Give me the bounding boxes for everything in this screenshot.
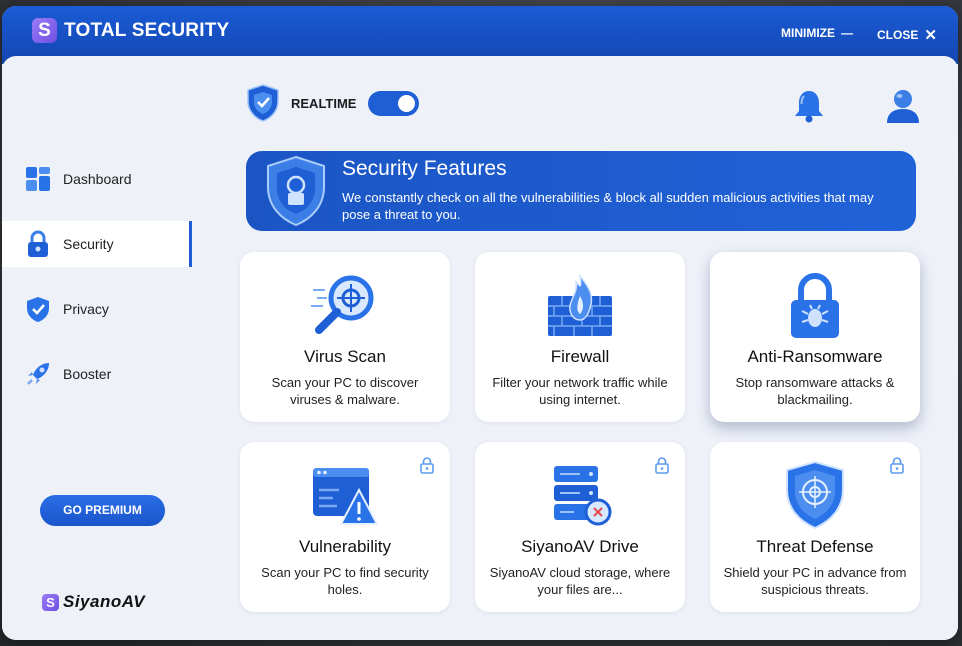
dashboard-grid-icon (26, 167, 50, 191)
brand-name: SiyanoAV (63, 592, 146, 611)
sidebar-item-label: Booster (63, 366, 112, 382)
feature-title: Threat Defense (756, 537, 874, 556)
biohazard-shield-icon (267, 155, 325, 227)
realtime-label: REALTIME (291, 96, 357, 111)
padlock-bug-icon (791, 273, 839, 338)
feature-card-virus-scan[interactable]: Virus Scan Scan your PC to discover viru… (240, 252, 450, 422)
minimize-icon: — (841, 26, 853, 40)
feature-description: Shield your PC in advance from suspiciou… (723, 565, 907, 597)
firewall-flame-icon (548, 273, 612, 336)
lock-icon (420, 457, 434, 474)
go-premium-button[interactable]: GO PREMIUM (40, 495, 165, 526)
sidebar-item-privacy[interactable]: Privacy (2, 286, 192, 332)
sidebar-item-label: Security (63, 236, 114, 252)
sidebar-item-label: Dashboard (63, 171, 132, 187)
brand-logo: S SiyanoAV (42, 592, 145, 612)
feature-card-anti-ransomware[interactable]: Anti-Ransomware Stop ransomware attacks … (710, 252, 920, 422)
app-window: S TOTAL SECURITY MINIMIZE — CLOSE ✕ Dash… (2, 6, 958, 640)
close-label: CLOSE (877, 28, 919, 42)
app-logo: S (32, 18, 57, 43)
feature-description: Scan your PC to find security holes. (261, 565, 429, 597)
feature-title: Virus Scan (304, 347, 386, 366)
feature-title: SiyanoAV Drive (521, 537, 639, 556)
bell-icon[interactable] (792, 88, 826, 124)
sidebar-item-security[interactable]: Security (2, 221, 192, 267)
close-button[interactable]: CLOSE ✕ (877, 26, 937, 44)
feature-description: Filter your network traffic while using … (492, 375, 668, 407)
feature-card-threat-defense[interactable]: Threat Defense Shield your PC in advance… (710, 442, 920, 612)
rocket-icon (27, 363, 49, 385)
minimize-label: MINIMIZE (781, 26, 835, 40)
lock-icon (890, 457, 904, 474)
toggle-knob (398, 95, 415, 112)
feature-description: SiyanoAV cloud storage, where your files… (489, 565, 671, 597)
feature-card-vulnerability[interactable]: Vulnerability Scan your PC to find secur… (240, 442, 450, 612)
feature-card-siyanoav-drive[interactable]: SiyanoAV Drive SiyanoAV cloud storage, w… (475, 442, 685, 612)
feature-title: Vulnerability (299, 537, 391, 556)
window-warning-icon (313, 468, 379, 525)
realtime-toggle[interactable] (368, 91, 419, 116)
brand-logo-mark: S (42, 593, 59, 611)
feature-description: Scan your PC to discover viruses & malwa… (271, 375, 419, 407)
close-icon: ✕ (924, 27, 937, 44)
banner-description: We constantly check on all the vulnerabi… (342, 190, 874, 222)
sidebar-item-label: Privacy (63, 301, 109, 317)
feature-description: Stop ransomware attacks & blackmailing. (735, 375, 895, 407)
magnifier-scan-icon (311, 275, 374, 334)
padlock-icon (28, 230, 48, 257)
feature-card-firewall[interactable]: Firewall Filter your network traffic whi… (475, 252, 685, 422)
feature-title: Anti-Ransomware (747, 347, 883, 366)
security-features-banner: Security Features We constantly check on… (246, 151, 916, 231)
banner-title: Security Features (342, 157, 507, 180)
sidebar-item-dashboard[interactable]: Dashboard (2, 156, 192, 202)
app-title: TOTAL SECURITY (64, 20, 230, 41)
server-drive-icon (554, 466, 612, 526)
minimize-button[interactable]: MINIMIZE — (781, 26, 853, 40)
realtime-shield-icon (247, 84, 279, 122)
user-icon[interactable] (885, 88, 921, 126)
shield-check-icon (27, 297, 49, 322)
lock-icon (655, 457, 669, 474)
main-panel: Dashboard Security Privacy Booster GO PR… (2, 56, 958, 640)
sidebar-item-booster[interactable]: Booster (2, 351, 192, 397)
shield-target-icon (786, 460, 844, 530)
feature-title: Firewall (550, 347, 610, 366)
